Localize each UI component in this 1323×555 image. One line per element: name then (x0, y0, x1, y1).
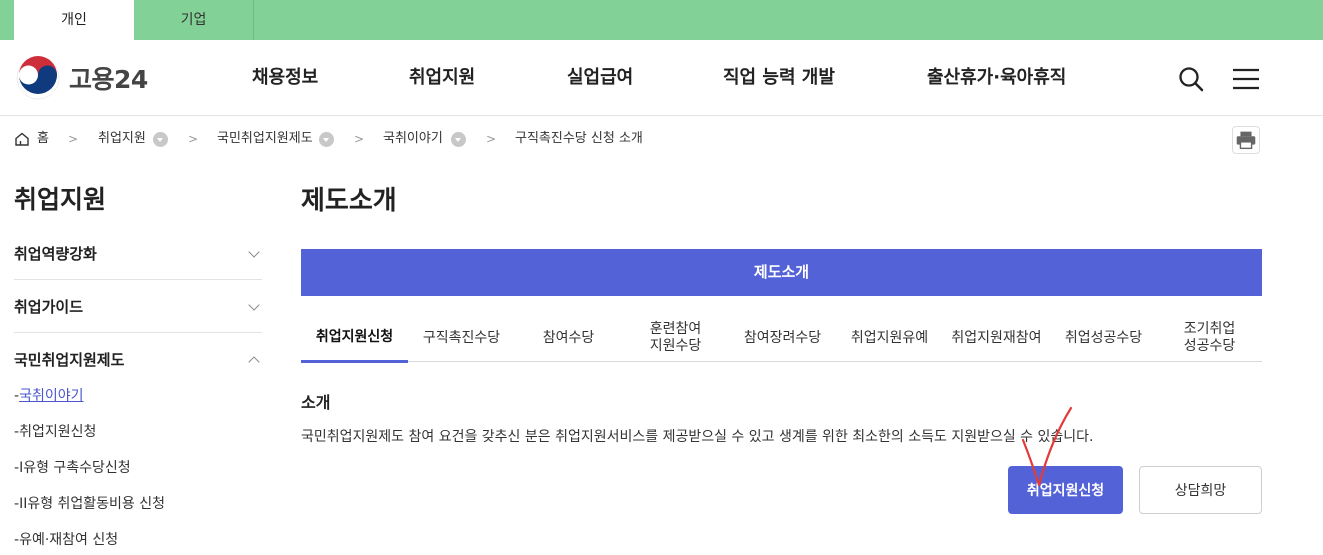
print-button[interactable] (1232, 126, 1260, 154)
breadcrumb-item-national-employment[interactable]: 국민취업지원제도 (217, 128, 313, 150)
subtab-label: 훈련참여 지원수당 (649, 321, 702, 354)
breadcrumb-separator: > (486, 132, 497, 146)
tab-system-intro[interactable]: 제도소개 (301, 249, 1262, 296)
subtab-label: 취업성공수당 (1064, 329, 1143, 346)
subtab-job-seeking-allowance[interactable]: 구직촉진수당 (408, 314, 515, 362)
sidebar-subitem-label: 취업지원신청 (19, 424, 97, 440)
taegeuk-logo-icon (16, 56, 60, 100)
subtab-encouragement-allowance[interactable]: 참여장려수당 (729, 314, 836, 362)
breadcrumb-separator: > (354, 132, 365, 146)
search-icon[interactable] (1176, 64, 1206, 94)
subtab-label: 취업지원신청 (315, 328, 394, 345)
section-title: 소개 (301, 393, 331, 412)
sidebar-item-label: 취업가이드 (14, 298, 84, 316)
subtab-participation-allowance[interactable]: 참여수당 (515, 314, 622, 362)
breadcrumb-current: 구직촉진수당 신청 소개 (515, 131, 643, 146)
tab-personal[interactable]: 개인 (14, 0, 134, 40)
chevron-down-icon (248, 246, 260, 258)
subtab-label: 참여수당 (542, 329, 595, 346)
subtab-label: 조기취업 성공수당 (1183, 321, 1236, 354)
chevron-up-icon (248, 356, 260, 368)
tab-corporate[interactable]: 기업 (134, 0, 254, 40)
subtab-reparticipation[interactable]: 취업지원재참여 (943, 314, 1050, 362)
sidebar-item-label: 국민취업지원제도 (14, 351, 125, 369)
subtab-label: 구직촉진수당 (422, 329, 501, 346)
logo-text: 고용24 (69, 65, 148, 94)
printer-icon (1236, 131, 1256, 150)
subtab-label: 취업지원유예 (850, 329, 929, 346)
menu-icon[interactable] (1231, 64, 1261, 94)
section-description: 국민취업지원제도 참여 요건을 갖추신 분은 취업지원서비스를 제공받으실 수 … (301, 429, 1094, 445)
subtab-success-allowance[interactable]: 취업성공수당 (1050, 314, 1157, 362)
sidebar-subitem-deferral[interactable]: -유예·재참여 신청 (14, 530, 118, 550)
subtab-label: 참여장려수당 (743, 329, 822, 346)
sidebar-title: 취업지원 (14, 185, 107, 214)
sidebar-item-guide[interactable]: 취업가이드 (14, 281, 262, 333)
sidebar-subitem-label: I유형 구촉수당신청 (19, 460, 131, 476)
chevron-down-icon[interactable] (319, 132, 334, 147)
nav-recruit-info[interactable]: 채용정보 (252, 40, 318, 116)
employment-apply-button[interactable]: 취업지원신청 (1008, 466, 1123, 514)
nav-unemployment-benefit[interactable]: 실업급여 (567, 40, 633, 116)
sidebar-subitem-type2[interactable]: -II유형 취업활동비용 신청 (14, 494, 165, 514)
sidebar-item-label: 취업역량강화 (14, 245, 97, 263)
sidebar-subitem-apply[interactable]: -취업지원신청 (14, 422, 96, 442)
top-bar: 개인 기업 (0, 0, 1323, 40)
chevron-down-icon[interactable] (153, 132, 168, 147)
subtab-bar: 취업지원신청 구직촉진수당 참여수당 훈련참여 지원수당 참여장려수당 취업지원유… (301, 314, 1262, 363)
breadcrumb-item-story[interactable]: 국취이야기 (383, 128, 443, 150)
home-icon[interactable] (14, 131, 30, 153)
sidebar-item-competency[interactable]: 취업역량강화 (14, 228, 262, 280)
subtab-early-success-allowance[interactable]: 조기취업 성공수당 (1157, 314, 1262, 362)
header: 고용24 채용정보 취업지원 실업급여 직업 능력 개발 출산휴가·육아휴직 (0, 40, 1323, 116)
subtab-deferral[interactable]: 취업지원유예 (836, 314, 943, 362)
breadcrumb-home[interactable]: 홈 (37, 128, 49, 150)
sidebar-subitem-label: 국취이야기 (19, 388, 84, 404)
page-title: 제도소개 (301, 186, 397, 216)
breadcrumb-separator: > (188, 132, 199, 146)
breadcrumb-item-employment-support[interactable]: 취업지원 (98, 128, 146, 150)
subtab-training-allowance[interactable]: 훈련참여 지원수당 (622, 314, 729, 362)
consult-request-button[interactable]: 상담희망 (1139, 466, 1262, 514)
nav-parental-leave[interactable]: 출산휴가·육아휴직 (927, 40, 1066, 116)
chevron-down-icon (248, 299, 260, 311)
sidebar-item-national-employment[interactable]: 국민취업지원제도 (14, 334, 262, 386)
chevron-down-icon[interactable] (451, 132, 466, 147)
nav-employment-support[interactable]: 취업지원 (409, 40, 475, 116)
sidebar-subitem-label: II유형 취업활동비용 신청 (19, 496, 166, 512)
sidebar-subitem-story[interactable]: -국취이야기 (14, 386, 83, 406)
sidebar-subitem-type1[interactable]: -I유형 구촉수당신청 (14, 458, 131, 478)
breadcrumb-separator: > (68, 132, 79, 146)
subtab-employment-apply[interactable]: 취업지원신청 (301, 314, 408, 363)
subtab-label: 취업지원재참여 (951, 329, 1042, 346)
site-logo[interactable]: 고용24 (15, 55, 148, 101)
nav-job-skills[interactable]: 직업 능력 개발 (723, 40, 835, 116)
sidebar-subitem-label: 유예·재참여 신청 (19, 532, 119, 548)
